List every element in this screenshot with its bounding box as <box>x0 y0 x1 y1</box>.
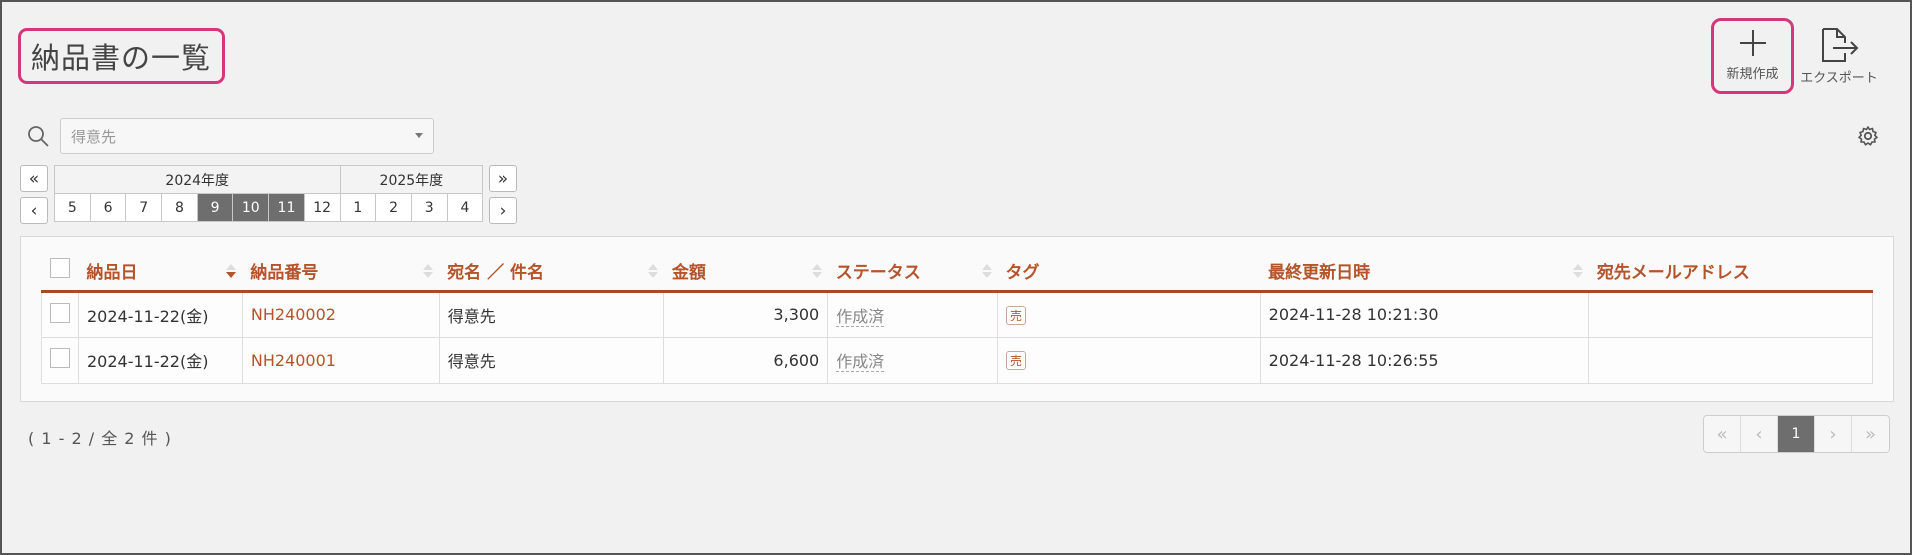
gear-icon[interactable] <box>1856 124 1880 148</box>
recipient-email <box>1588 290 1873 338</box>
row-checkbox[interactable] <box>50 302 70 323</box>
recipient-email <box>1588 336 1873 384</box>
column-header-amount[interactable]: 金額 <box>663 251 828 293</box>
month-cell-selected[interactable]: 10 <box>232 193 270 222</box>
next-page-button[interactable]: › <box>1815 416 1852 452</box>
sort-icon <box>1572 264 1583 280</box>
recipient: 得意先 <box>438 336 665 384</box>
last-page-button[interactable]: » <box>1852 416 1889 452</box>
table-row[interactable]: 2024-11-22(金) NH240002 得意先 3,300 作成済 売 2… <box>41 290 1873 338</box>
sort-icon <box>226 264 237 280</box>
column-header-number[interactable]: 納品番号 <box>242 251 440 293</box>
month-cell[interactable]: 4 <box>446 193 484 222</box>
status-badge[interactable]: 作成済 <box>836 352 885 372</box>
column-header-updated[interactable]: 最終更新日時 <box>1260 251 1589 293</box>
column-header-status[interactable]: ステータス <box>827 251 998 293</box>
first-page-button[interactable]: « <box>1704 416 1741 452</box>
table-row[interactable]: 2024-11-22(金) NH240001 得意先 6,600 作成済 売 2… <box>41 336 1873 384</box>
month-cell[interactable]: 3 <box>410 193 448 222</box>
sort-icon <box>423 264 434 280</box>
select-all-header <box>41 251 79 293</box>
updated-at: 2024-11-28 10:26:55 <box>1259 336 1590 384</box>
sort-icon <box>981 264 992 280</box>
amount: 6,600 <box>663 336 829 384</box>
period-selector: 2024年度 2025年度 5 6 7 8 9 10 11 12 1 2 3 4 <box>54 165 484 222</box>
select-all-checkbox[interactable] <box>49 257 70 278</box>
fiscal-year-2025[interactable]: 2025年度 <box>339 165 484 194</box>
delivery-number-link[interactable]: NH240002 <box>251 305 336 324</box>
chevron-right-icon: › <box>499 200 507 221</box>
row-checkbox-cell <box>41 290 79 338</box>
sort-icon <box>811 264 822 280</box>
double-chevron-right-icon: » <box>497 168 509 189</box>
month-cell[interactable]: 12 <box>303 193 341 222</box>
delivery-table: 納品日 納品番号 宛名 ／ 件名 金額 ステータス タグ 最終更新日時 宛先メー… <box>41 251 1873 384</box>
column-header-date[interactable]: 納品日 <box>78 251 243 293</box>
chevron-left-icon: ‹ <box>30 200 38 221</box>
customer-search-select[interactable]: 得意先 <box>60 118 434 154</box>
recipient: 得意先 <box>438 290 665 338</box>
delivery-date: 2024-11-22(金) <box>78 336 243 384</box>
tag-badge: 売 <box>1006 351 1027 370</box>
column-header-recipient[interactable]: 宛名 ／ 件名 <box>439 251 664 293</box>
prev-month-button[interactable]: ‹ <box>20 197 48 224</box>
current-page-button[interactable]: 1 <box>1778 416 1815 452</box>
delivery-number-link[interactable]: NH240001 <box>251 351 336 370</box>
prev-page-button[interactable]: ‹ <box>1741 416 1778 452</box>
delivery-date: 2024-11-22(金) <box>78 290 243 338</box>
month-cell[interactable]: 5 <box>54 193 91 222</box>
tag-badge: 売 <box>1006 305 1027 325</box>
customer-search-placeholder: 得意先 <box>71 127 117 146</box>
row-checkbox[interactable] <box>50 348 70 368</box>
status-badge[interactable]: 作成済 <box>836 306 885 327</box>
row-checkbox-cell <box>41 336 79 384</box>
record-count: ( 1 - 2 / 全 2 件 ) <box>28 429 172 448</box>
column-header-email: 宛先メールアドレス <box>1588 251 1873 293</box>
amount: 3,300 <box>663 290 829 338</box>
plus-icon <box>1739 30 1766 56</box>
double-chevron-left-icon: « <box>28 168 40 189</box>
pagination: « ‹ 1 › » <box>1703 415 1890 453</box>
export-button[interactable]: エクスポート <box>1797 18 1881 94</box>
next-month-button[interactable]: › <box>489 197 517 224</box>
month-cell-selected[interactable]: 11 <box>268 193 305 222</box>
chevron-down-icon <box>415 133 423 138</box>
page-title: 納品書の一覧 <box>31 41 212 75</box>
month-cell-selected[interactable]: 9 <box>196 193 234 222</box>
month-cell[interactable]: 8 <box>161 193 198 222</box>
updated-at: 2024-11-28 10:21:30 <box>1259 290 1590 338</box>
month-cell[interactable]: 7 <box>125 193 163 222</box>
new-button-label: 新規作成 <box>1726 67 1779 82</box>
sort-icon <box>647 264 658 280</box>
prev-year-button[interactable]: « <box>20 165 48 192</box>
export-button-label: エクスポート <box>1800 71 1878 86</box>
search-icon <box>28 126 49 147</box>
delivery-list-card: 納品日 納品番号 宛名 ／ 件名 金額 ステータス タグ 最終更新日時 宛先メー… <box>20 236 1894 402</box>
month-cell[interactable]: 2 <box>375 193 412 222</box>
month-cell[interactable]: 1 <box>339 193 377 222</box>
fiscal-year-2024[interactable]: 2024年度 <box>54 165 341 194</box>
new-button[interactable]: 新規作成 <box>1711 18 1794 94</box>
page-title-box: 納品書の一覧 <box>18 28 225 84</box>
export-icon <box>1822 28 1859 62</box>
column-header-tag: タグ <box>997 251 1261 293</box>
month-cell[interactable]: 6 <box>89 193 127 222</box>
next-year-button[interactable]: » <box>489 165 517 192</box>
